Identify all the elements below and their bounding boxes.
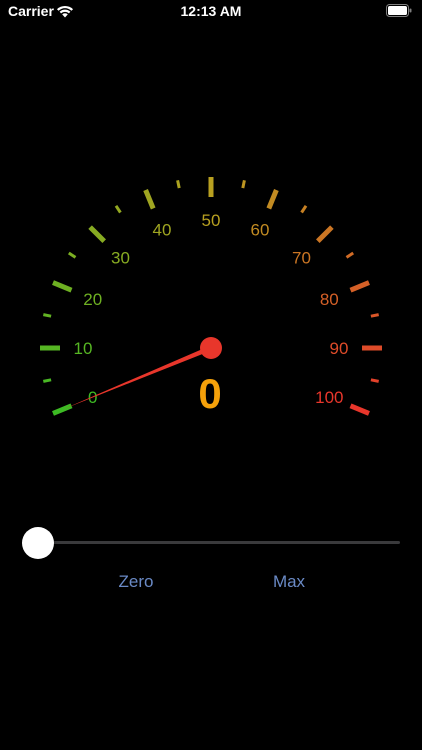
gauge-tick-label: 80 (320, 290, 339, 309)
gauge-major-tick (88, 225, 106, 243)
gauge-major-tick (266, 189, 279, 210)
gauge-major-tick (316, 225, 334, 243)
gauge-minor-tick (241, 179, 246, 189)
max-button[interactable]: Max (239, 570, 339, 594)
gauge-minor-tick (42, 378, 52, 383)
gauge-major-tick (349, 403, 370, 416)
gauge-major-tick (349, 280, 370, 293)
status-time: 12:13 AM (180, 3, 242, 19)
gauge-minor-tick (176, 179, 181, 189)
gauge-minor-tick (300, 204, 308, 214)
gauge-tick-label: 70 (292, 249, 311, 268)
slider-track[interactable] (38, 541, 400, 544)
gauge-minor-tick (345, 251, 355, 259)
speedometer-gauge: 0102030405060708090100 0 (40, 177, 382, 417)
gauge-tick-label: 50 (202, 211, 221, 230)
value-slider[interactable] (22, 526, 402, 560)
gauge-tick-label: 40 (153, 221, 172, 240)
gauge-minor-tick (42, 313, 52, 318)
gauge-major-tick (52, 280, 73, 293)
gauge-tick-label: 30 (111, 249, 130, 268)
needle-hub (200, 337, 222, 359)
battery-icon (386, 4, 412, 17)
gauge-minor-tick (370, 378, 380, 383)
gauge-minor-tick (67, 251, 77, 259)
gauge-tick-label: 90 (330, 339, 349, 358)
gauge-tick-label: 100 (315, 388, 343, 407)
gauge-minor-tick (114, 204, 122, 214)
slider-thumb[interactable] (22, 527, 54, 559)
gauge-tick-label: 10 (74, 339, 93, 358)
zero-button[interactable]: Zero (86, 570, 186, 594)
gauge-minor-tick (370, 313, 380, 318)
status-bar: Carrier 12:13 AM (0, 0, 422, 24)
gauge-major-tick (143, 189, 156, 210)
gauge-value-text: 0 (198, 370, 221, 417)
gauge-tick-label: 20 (83, 290, 102, 309)
gauge-tick-label: 60 (251, 221, 270, 240)
